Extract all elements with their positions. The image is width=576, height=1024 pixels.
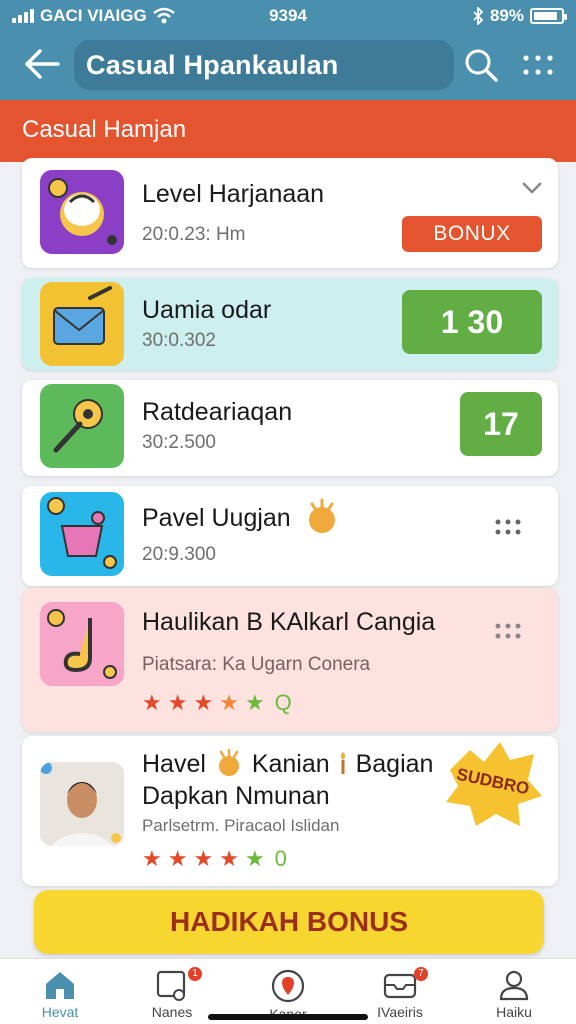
item-title: Level Harjanaan <box>142 180 325 208</box>
nav-label: Hevat <box>41 1004 79 1020</box>
star-rating: ★ ★ ★ ★ ★ 0 <box>142 846 287 872</box>
banner-label: Casual Hamjan <box>22 116 187 143</box>
person-icon <box>499 970 529 1001</box>
notification-badge: 1 <box>188 967 202 981</box>
chevron-down-icon[interactable] <box>520 180 544 196</box>
bonus-button[interactable]: BONUX <box>402 216 542 252</box>
item-title-mid: Kanian <box>251 750 330 778</box>
back-button[interactable] <box>22 46 62 82</box>
more-options-icon[interactable] <box>494 622 522 640</box>
search-button[interactable] <box>462 46 500 84</box>
arrow-left-icon <box>25 49 60 79</box>
nav-item-games[interactable]: 1 Nanes <box>122 963 222 1023</box>
promo-badge[interactable]: SUDBRO <box>440 740 544 828</box>
more-grid-icon <box>523 55 553 75</box>
star-icon: ★ <box>142 690 162 715</box>
item-subtitle: 30:0.302 <box>142 330 216 351</box>
star-icon: ★ <box>167 690 188 715</box>
page-title-bar[interactable]: Casual Hpankaulan <box>74 40 454 90</box>
status-bar: GACI VIAIGG 9394 89% <box>0 0 576 32</box>
battery-icon <box>530 8 567 24</box>
music-note-icon <box>40 602 124 686</box>
more-button[interactable] <box>518 50 558 80</box>
more-options-icon[interactable] <box>494 518 522 536</box>
star-rating: ★ ★ ★ ★ ★ Q <box>142 690 292 716</box>
coin-sparkle-icon <box>218 748 239 776</box>
item-subtitle: Piatsara: Ka Ugarn Conera <box>142 654 371 675</box>
nav-label: Haiku <box>496 1004 532 1020</box>
score-badge[interactable]: 17 <box>460 392 542 456</box>
rating-value: 0 <box>274 846 287 871</box>
item-subtitle: 30:2.500 <box>142 432 216 453</box>
item-title-start: Havel <box>142 750 206 778</box>
bluetooth-icon <box>473 7 484 25</box>
app-bar: GACI VIAIGG 9394 89% Casual Hpankaulan <box>0 0 576 100</box>
list-item[interactable]: Uamia odar 30:0.302 1 30 <box>22 278 558 370</box>
home-icon <box>46 972 74 999</box>
device-icon <box>156 970 186 1001</box>
item-title-end: Bagian <box>355 750 434 778</box>
item-title: Ratdeariaqan <box>142 398 293 426</box>
key-icon <box>40 384 124 468</box>
claim-bonus-button[interactable]: HADIKAH BONUS <box>34 890 544 954</box>
star-icon: ★ <box>244 690 265 715</box>
page-title: Casual Hpankaulan <box>86 49 339 80</box>
envelope-icon <box>40 282 124 366</box>
item-subtitle: 20:0.23: Hm <box>142 224 246 245</box>
list-item[interactable]: Haulikan B KAlkarl Cangia Piatsara: Ka U… <box>22 588 558 732</box>
section-banner: Casual Hamjan <box>0 100 576 162</box>
nav-label: Nanes <box>151 1004 193 1020</box>
search-icon <box>465 49 498 82</box>
teapot-icon <box>40 170 124 254</box>
list-item[interactable]: Havel Kanian Bagian Dapkan Nmunan Parlse… <box>22 736 558 886</box>
list-item[interactable]: Ratdeariaqan 30:2.500 17 <box>22 380 558 476</box>
item-title: Havel Kanian Bagian <box>142 748 433 779</box>
item-title: Haulikan B KAlkarl Cangia <box>142 608 436 636</box>
coin-sparkle-icon <box>309 498 335 533</box>
star-icon: ★ <box>219 846 239 871</box>
basket-icon <box>40 492 124 576</box>
star-icon: ★ <box>193 690 214 715</box>
nav-item-profile[interactable]: Haiku <box>464 963 564 1023</box>
score-badge[interactable]: 1 30 <box>402 290 542 354</box>
location-icon <box>271 969 305 1003</box>
item-title: Pavel Uugjan <box>142 504 291 532</box>
list-item[interactable]: Level Harjanaan 20:0.23: Hm BONUX <box>22 158 558 268</box>
nav-item-home[interactable]: Hevat <box>10 963 110 1023</box>
item-subtitle: 20:9.300 <box>142 544 216 565</box>
item-title-line2: Dapkan Nmunan <box>142 782 330 810</box>
battery-percent: 89% <box>489 6 524 25</box>
star-icon: ★ <box>193 846 214 871</box>
star-icon: ★ <box>244 846 265 871</box>
star-icon: ★ <box>167 846 188 871</box>
home-indicator[interactable] <box>208 1014 368 1020</box>
inbox-icon <box>383 973 417 999</box>
item-title: Uamia odar <box>142 296 272 324</box>
rating-value: Q <box>274 690 292 715</box>
avatar <box>40 762 124 846</box>
notification-badge: 7 <box>414 967 428 981</box>
star-icon: ★ <box>219 690 239 715</box>
list-item[interactable]: Pavel Uugjan 20:9.300 <box>22 486 558 586</box>
item-subtitle: Parlsetrm. Piracaol Islidan <box>142 816 340 835</box>
torch-icon <box>340 752 345 774</box>
star-icon: ★ <box>142 846 162 871</box>
